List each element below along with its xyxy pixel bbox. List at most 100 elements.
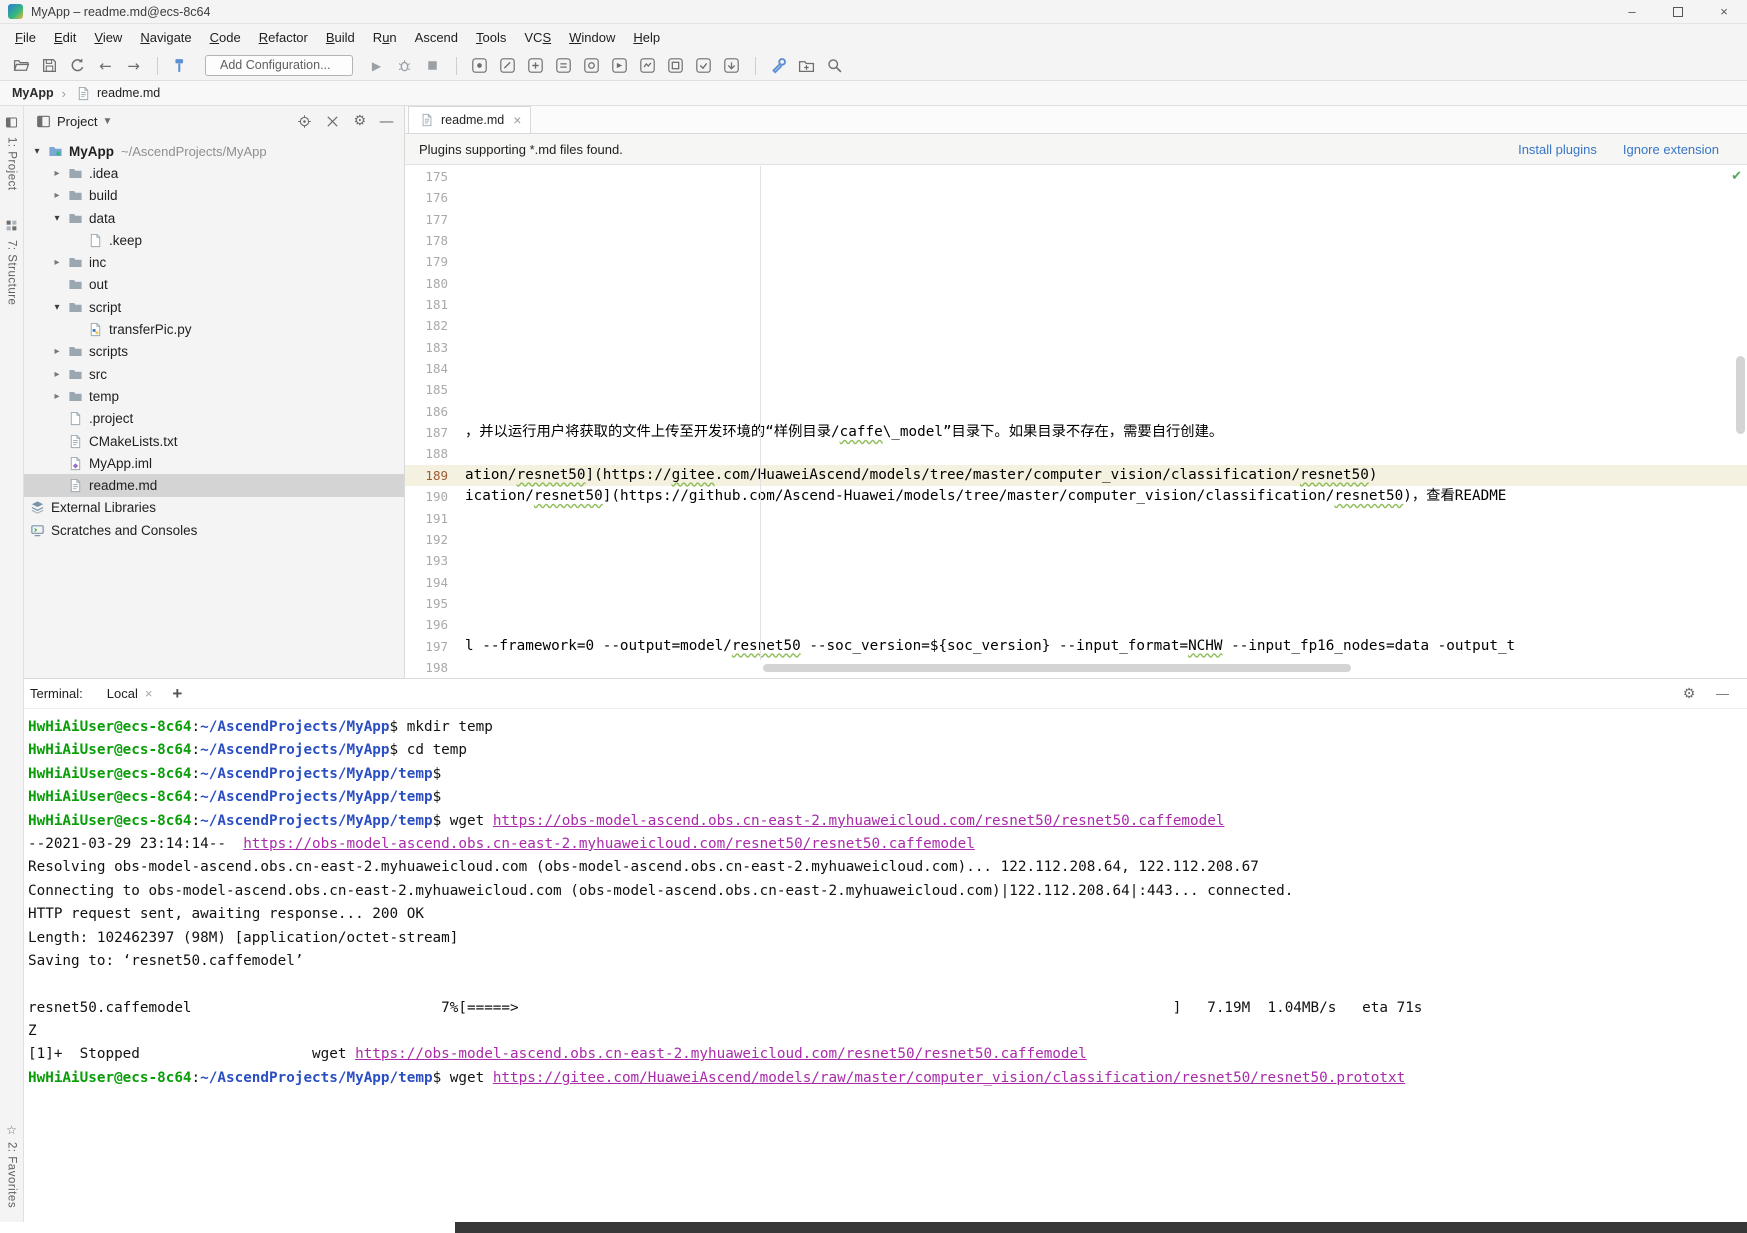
ascend-tool-icon-2[interactable] bbox=[494, 54, 521, 77]
inspection-ok-icon[interactable]: ✔ bbox=[1731, 169, 1742, 184]
stop-icon[interactable] bbox=[419, 54, 446, 77]
menu-item-view[interactable]: View bbox=[85, 27, 131, 48]
run-configurations-select[interactable]: Add Configuration... bbox=[205, 55, 353, 76]
terminal-url-link[interactable]: https://obs-model-ascend.obs.cn-east-2.m… bbox=[243, 836, 975, 852]
ascend-tool-icon-6[interactable] bbox=[606, 54, 633, 77]
locate-file-icon[interactable] bbox=[297, 114, 312, 129]
editor-line-191[interactable]: 191 bbox=[405, 508, 1747, 529]
install-plugins-link[interactable]: Install plugins bbox=[1518, 142, 1597, 157]
editor-line-190[interactable]: 190 ication/resnet50](https://github.com/… bbox=[405, 486, 1747, 507]
editor-line-181[interactable]: 181 bbox=[405, 294, 1747, 315]
menu-item-build[interactable]: Build bbox=[317, 27, 364, 48]
editor-line-175[interactable]: 175 bbox=[405, 166, 1747, 187]
tree-item-myapp[interactable]: ▾ MyApp ~/AscendProjects/MyApp bbox=[24, 140, 404, 162]
save-all-icon[interactable] bbox=[36, 54, 63, 77]
close-tab-icon[interactable]: × bbox=[513, 112, 521, 128]
build-project-icon[interactable] bbox=[167, 54, 194, 77]
tree-item-temp[interactable]: ▸ temp bbox=[24, 385, 404, 407]
back-icon[interactable]: ← bbox=[92, 54, 119, 77]
ascend-tool-icon-7[interactable] bbox=[634, 54, 661, 77]
hide-panel-icon[interactable]: — bbox=[379, 112, 394, 130]
editor-line-192[interactable]: 192 bbox=[405, 529, 1747, 550]
expanded-arrow-icon[interactable]: ▾ bbox=[48, 213, 66, 224]
menu-item-vcs[interactable]: VCS bbox=[515, 27, 560, 48]
tree-item-build[interactable]: ▸ build bbox=[24, 185, 404, 207]
editor-tab-readme[interactable]: readme.md × bbox=[408, 106, 532, 133]
code-editor[interactable]: 175 176 177 178 179 180 181 182 183 184 185 186 187 ，… bbox=[405, 166, 1747, 678]
collapsed-arrow-icon[interactable]: ▸ bbox=[48, 369, 66, 380]
tool-stripe-favorites[interactable]: ☆ 2: Favorites bbox=[6, 1123, 18, 1208]
debug-icon[interactable] bbox=[391, 54, 418, 77]
run-icon[interactable]: ▶ bbox=[363, 54, 390, 77]
editor-horizontal-scrollbar[interactable] bbox=[763, 664, 1351, 672]
tree-item-inc[interactable]: ▸ inc bbox=[24, 251, 404, 273]
menu-item-help[interactable]: Help bbox=[624, 27, 669, 48]
ascend-tool-icon-5[interactable] bbox=[578, 54, 605, 77]
editor-line-176[interactable]: 176 bbox=[405, 187, 1747, 208]
expanded-arrow-icon[interactable]: ▾ bbox=[28, 146, 46, 157]
menu-item-refactor[interactable]: Refactor bbox=[250, 27, 317, 48]
new-terminal-session-button[interactable]: + bbox=[172, 684, 182, 704]
ascend-tool-icon-9[interactable] bbox=[690, 54, 717, 77]
hide-terminal-icon[interactable]: — bbox=[1716, 686, 1729, 701]
close-button[interactable]: × bbox=[1701, 0, 1747, 23]
settings-wrench-icon[interactable] bbox=[765, 54, 792, 77]
synchronize-icon[interactable] bbox=[64, 54, 91, 77]
ascend-tool-icon-1[interactable] bbox=[466, 54, 493, 77]
tree-item-scripts[interactable]: ▸ scripts bbox=[24, 341, 404, 363]
title-bar[interactable]: MyApp – readme.md@ecs-8c64 – × bbox=[0, 0, 1747, 24]
collapsed-arrow-icon[interactable]: ▸ bbox=[48, 168, 66, 179]
tree-item-idea[interactable]: ▸ .idea bbox=[24, 162, 404, 184]
tool-stripe-structure[interactable]: 7: Structure bbox=[5, 219, 18, 305]
collapsed-arrow-icon[interactable]: ▸ bbox=[48, 346, 66, 357]
collapsed-arrow-icon[interactable]: ▸ bbox=[48, 391, 66, 402]
menu-item-navigate[interactable]: Navigate bbox=[131, 27, 200, 48]
terminal-url-link[interactable]: https://gitee.com/HuaweiAscend/models/ra… bbox=[493, 1070, 1405, 1086]
tree-item-data[interactable]: ▾ data bbox=[24, 207, 404, 229]
terminal-tab-local[interactable]: Local × bbox=[103, 686, 157, 701]
menu-item-run[interactable]: Run bbox=[364, 27, 406, 48]
menu-item-file[interactable]: File bbox=[6, 27, 45, 48]
menu-item-code[interactable]: Code bbox=[201, 27, 250, 48]
terminal-url-link[interactable]: https://obs-model-ascend.obs.cn-east-2.m… bbox=[355, 1046, 1087, 1062]
collapsed-arrow-icon[interactable]: ▸ bbox=[48, 257, 66, 268]
tree-item-cmakelists-txt[interactable]: CMakeLists.txt bbox=[24, 430, 404, 452]
tree-item-script[interactable]: ▾ script bbox=[24, 296, 404, 318]
tree-item-src[interactable]: ▸ src bbox=[24, 363, 404, 385]
editor-line-185[interactable]: 185 bbox=[405, 379, 1747, 400]
tree-item-keep[interactable]: .keep bbox=[24, 229, 404, 251]
collapsed-arrow-icon[interactable]: ▸ bbox=[48, 190, 66, 201]
terminal-output[interactable]: HwHiAiUser@ecs-8c64:~/AscendProjects/MyA… bbox=[24, 709, 1747, 1090]
editor-line-183[interactable]: 183 bbox=[405, 337, 1747, 358]
editor-line-196[interactable]: 196 bbox=[405, 614, 1747, 635]
editor-line-195[interactable]: 195 bbox=[405, 593, 1747, 614]
tool-stripe-project[interactable]: 1: Project bbox=[5, 116, 18, 191]
tree-item-transferpic-py[interactable]: transferPic.py bbox=[24, 318, 404, 340]
editor-line-182[interactable]: 182 bbox=[405, 315, 1747, 336]
search-everywhere-icon[interactable] bbox=[821, 54, 848, 77]
menu-item-tools[interactable]: Tools bbox=[467, 27, 515, 48]
editor-line-188[interactable]: 188 bbox=[405, 443, 1747, 464]
editor-line-193[interactable]: 193 bbox=[405, 550, 1747, 571]
editor-line-197[interactable]: 197 l --framework=0 --output=model/resnet… bbox=[405, 636, 1747, 657]
editor-line-189[interactable]: 189 ation/resnet50](https://gitee.com/Hua… bbox=[405, 464, 1747, 487]
menu-item-ascend[interactable]: Ascend bbox=[406, 27, 467, 48]
minimize-button[interactable]: – bbox=[1609, 0, 1655, 23]
ascend-tool-icon-8[interactable] bbox=[662, 54, 689, 77]
ascend-tool-icon-10[interactable] bbox=[718, 54, 745, 77]
tree-item-project[interactable]: .project bbox=[24, 408, 404, 430]
editor-line-187[interactable]: 187 ，并以运行用户将获取的文件上传至开发环境的“样例目录/caffe\_mod… bbox=[405, 422, 1747, 443]
breadcrumb-file[interactable]: readme.md bbox=[97, 86, 160, 100]
new-directory-icon[interactable] bbox=[793, 54, 820, 77]
open-icon[interactable] bbox=[8, 54, 35, 77]
ascend-tool-icon-3[interactable] bbox=[522, 54, 549, 77]
menu-item-window[interactable]: Window bbox=[560, 27, 624, 48]
project-view-selector[interactable]: Project ▼ bbox=[34, 114, 112, 129]
forward-icon[interactable]: → bbox=[120, 54, 147, 77]
editor-line-179[interactable]: 179 bbox=[405, 251, 1747, 272]
maximize-button[interactable] bbox=[1655, 0, 1701, 23]
editor-line-184[interactable]: 184 bbox=[405, 358, 1747, 379]
editor-vertical-scrollbar[interactable] bbox=[1736, 356, 1745, 434]
terminal-url-link[interactable]: https://obs-model-ascend.obs.cn-east-2.m… bbox=[493, 813, 1225, 829]
tree-item-external-libraries[interactable]: External Libraries bbox=[24, 497, 404, 519]
